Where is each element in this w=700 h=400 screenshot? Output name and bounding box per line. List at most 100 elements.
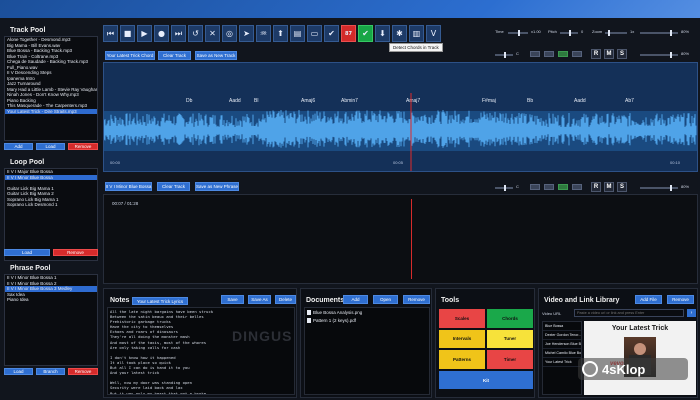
- target-button[interactable]: ◎: [222, 25, 237, 42]
- loop-pool-list[interactable]: II V I Major Blue Bossa II V I Minor Blue…: [4, 168, 98, 261]
- time-slider[interactable]: [508, 30, 528, 36]
- video-item[interactable]: Joe Henderson Blue Bossa: [543, 340, 581, 349]
- time-mid: 00:05: [393, 160, 404, 165]
- notes-save-button[interactable]: Save: [221, 295, 244, 304]
- documents-open-button[interactable]: Open: [373, 295, 398, 304]
- loop-remove-button[interactable]: Remove: [53, 249, 98, 256]
- check-icon: ✔: [328, 29, 335, 38]
- loop-volume-value: 80%: [681, 184, 690, 189]
- documents-add-button[interactable]: Add: [343, 295, 368, 304]
- video-item[interactable]: Michel Camilo Blue Bossa: [543, 349, 581, 358]
- tool-patterns-button[interactable]: Patterns: [439, 350, 485, 369]
- close-button[interactable]: ✕: [205, 25, 220, 42]
- undo-button[interactable]: ↺: [188, 25, 203, 42]
- waveform-icon: ♒: [259, 29, 268, 38]
- documents-list[interactable]: Blue Bossa Analysis.png Pattern 1 (2 keys…: [304, 307, 430, 395]
- loop-button[interactable]: ▭: [307, 25, 322, 42]
- track-solo-button[interactable]: S: [617, 49, 627, 59]
- tool-tuner-button[interactable]: Tuner: [487, 329, 533, 349]
- marker-button[interactable]: ⬆: [273, 25, 288, 42]
- tool-chords-button[interactable]: Chords: [487, 309, 533, 328]
- loop-title-button[interactable]: II V I Minor Blue Bossa: [105, 182, 152, 191]
- chords-count-button[interactable]: 87: [341, 25, 356, 42]
- loop-mute-button[interactable]: M: [604, 182, 614, 192]
- loop-pool-item[interactable]: Soprano Lick Desmond 1: [5, 202, 97, 208]
- loop-pan-slider[interactable]: [495, 185, 513, 191]
- phrase-branch-button[interactable]: Branch: [36, 368, 65, 375]
- notes-text-area[interactable]: All the late night bargains have been st…: [107, 307, 295, 395]
- loop-volume-slider[interactable]: [640, 185, 678, 191]
- save-latest-button[interactable]: Your Latest Trick Chord: [105, 51, 155, 60]
- video-remove-button[interactable]: Remove: [667, 295, 694, 304]
- track-pool-item[interactable]: This Masquerade - The Carpenters.mp3: [5, 103, 97, 109]
- video-item[interactable]: Blue Bossa: [543, 322, 581, 331]
- zoom-value: 1x: [630, 29, 635, 34]
- tool-intervals-button[interactable]: Intervals: [439, 329, 485, 349]
- keyboard-button[interactable]: ▥: [409, 25, 424, 42]
- skip-forward-button[interactable]: ⏭: [171, 25, 186, 42]
- play-button[interactable]: ▶: [137, 25, 152, 42]
- app-window: Track Pool Alone Together - Desmond.mp3 B…: [0, 18, 700, 400]
- save-new-track-button[interactable]: Save as New Track: [195, 51, 237, 60]
- track-volume-slider[interactable]: [640, 52, 678, 58]
- loop-clear-button[interactable]: Clear Track: [157, 182, 190, 191]
- voice-button[interactable]: V: [426, 25, 441, 42]
- track-pool-list[interactable]: Alone Together - Desmond.mp3 Big Mama - B…: [4, 36, 98, 141]
- zoom-slider[interactable]: [605, 30, 627, 36]
- pitch-slider[interactable]: [560, 30, 578, 36]
- stop-button[interactable]: ■: [120, 25, 135, 42]
- document-item[interactable]: Pattern 1 (2 keys).pdf: [305, 316, 429, 324]
- record-button[interactable]: ●: [154, 25, 169, 42]
- documents-remove-button[interactable]: Remove: [403, 295, 430, 304]
- phrase-remove-button[interactable]: Remove: [68, 368, 98, 375]
- navigate-button[interactable]: ➤: [239, 25, 254, 42]
- notes-save-as-button[interactable]: Save As: [248, 295, 271, 304]
- tools-kit-button[interactable]: Kit: [439, 371, 533, 389]
- loop-solo-button[interactable]: S: [617, 182, 627, 192]
- track-waveform-area[interactable]: Db Aadd Bl Amaj6 Abmin7 Amaj7 F#maj Bb Aadd Ab7 0…: [103, 62, 698, 172]
- tool-timer-button[interactable]: Timer: [487, 350, 533, 369]
- track-load-button[interactable]: Load: [36, 143, 65, 150]
- track-remove-button[interactable]: Remove: [68, 143, 98, 150]
- video-url-input[interactable]: [574, 309, 684, 317]
- document-item[interactable]: Blue Bossa Analysis.png: [305, 308, 429, 316]
- phrase-load-button[interactable]: Load: [4, 368, 33, 375]
- loop-editor-area[interactable]: 00:07 / 01:28: [103, 194, 698, 284]
- phrase-pool-list[interactable]: II V I Minor Blue Bossa 1 II V I Minor Bl…: [4, 274, 98, 366]
- tools-panel: Tools Scales Chords Intervals Tuner Patterns…: [435, 288, 535, 398]
- asterisk-button[interactable]: ✱: [392, 25, 407, 42]
- confirm-button[interactable]: ✔: [358, 25, 373, 42]
- video-list[interactable]: Blue Bossa Dexter Gordon Tenor... Joe Hend…: [542, 321, 582, 395]
- notes-delete-button[interactable]: Delete: [275, 295, 296, 304]
- track-mute-button[interactable]: M: [604, 49, 614, 59]
- check-button[interactable]: ✔: [324, 25, 339, 42]
- clear-track-button[interactable]: Clear Track: [158, 51, 191, 60]
- video-preview-title: Your Latest Trick: [611, 325, 669, 332]
- notes-select[interactable]: Your Latest Trick Lyrics: [132, 297, 188, 305]
- waveform-button[interactable]: ♒: [256, 25, 271, 42]
- video-go-icon[interactable]: ›: [687, 309, 696, 317]
- volume-slider[interactable]: [640, 30, 678, 36]
- skip-back-button[interactable]: ⏮: [103, 25, 118, 42]
- loop-load-button[interactable]: Load: [4, 249, 50, 256]
- keyboard-icon: ▥: [412, 29, 421, 38]
- tool-scales-button[interactable]: Scales: [439, 309, 485, 328]
- download-button[interactable]: ⬇: [375, 25, 390, 42]
- play-icon: ▶: [141, 29, 148, 38]
- video-item[interactable]: Your Latest Trick: [543, 358, 581, 367]
- track-record-button[interactable]: R: [591, 49, 601, 59]
- phrase-pool-item[interactable]: Piano Idea: [5, 297, 97, 303]
- save-new-phrase-button[interactable]: Save as New Phrase: [195, 182, 239, 191]
- video-item[interactable]: Dexter Gordon Tenor...: [543, 331, 581, 340]
- track-meter-2: [544, 51, 554, 57]
- loop-record-button[interactable]: R: [591, 182, 601, 192]
- video-add-file-button[interactable]: Add File: [635, 295, 662, 304]
- loop-meter-2: [544, 184, 554, 190]
- track-add-button[interactable]: Add: [4, 143, 33, 150]
- track-pool-item[interactable]: Chega de Saudade - Backing Track.mp3: [5, 59, 97, 65]
- piano-roll-button[interactable]: ▤: [290, 25, 305, 42]
- track-volume-value: 80%: [681, 51, 690, 56]
- track-pan-slider[interactable]: [495, 52, 513, 58]
- track-pool-item[interactable]: Your Latest Trick - Dire Straits.mp3: [5, 108, 97, 114]
- record-icon: ●: [158, 29, 165, 38]
